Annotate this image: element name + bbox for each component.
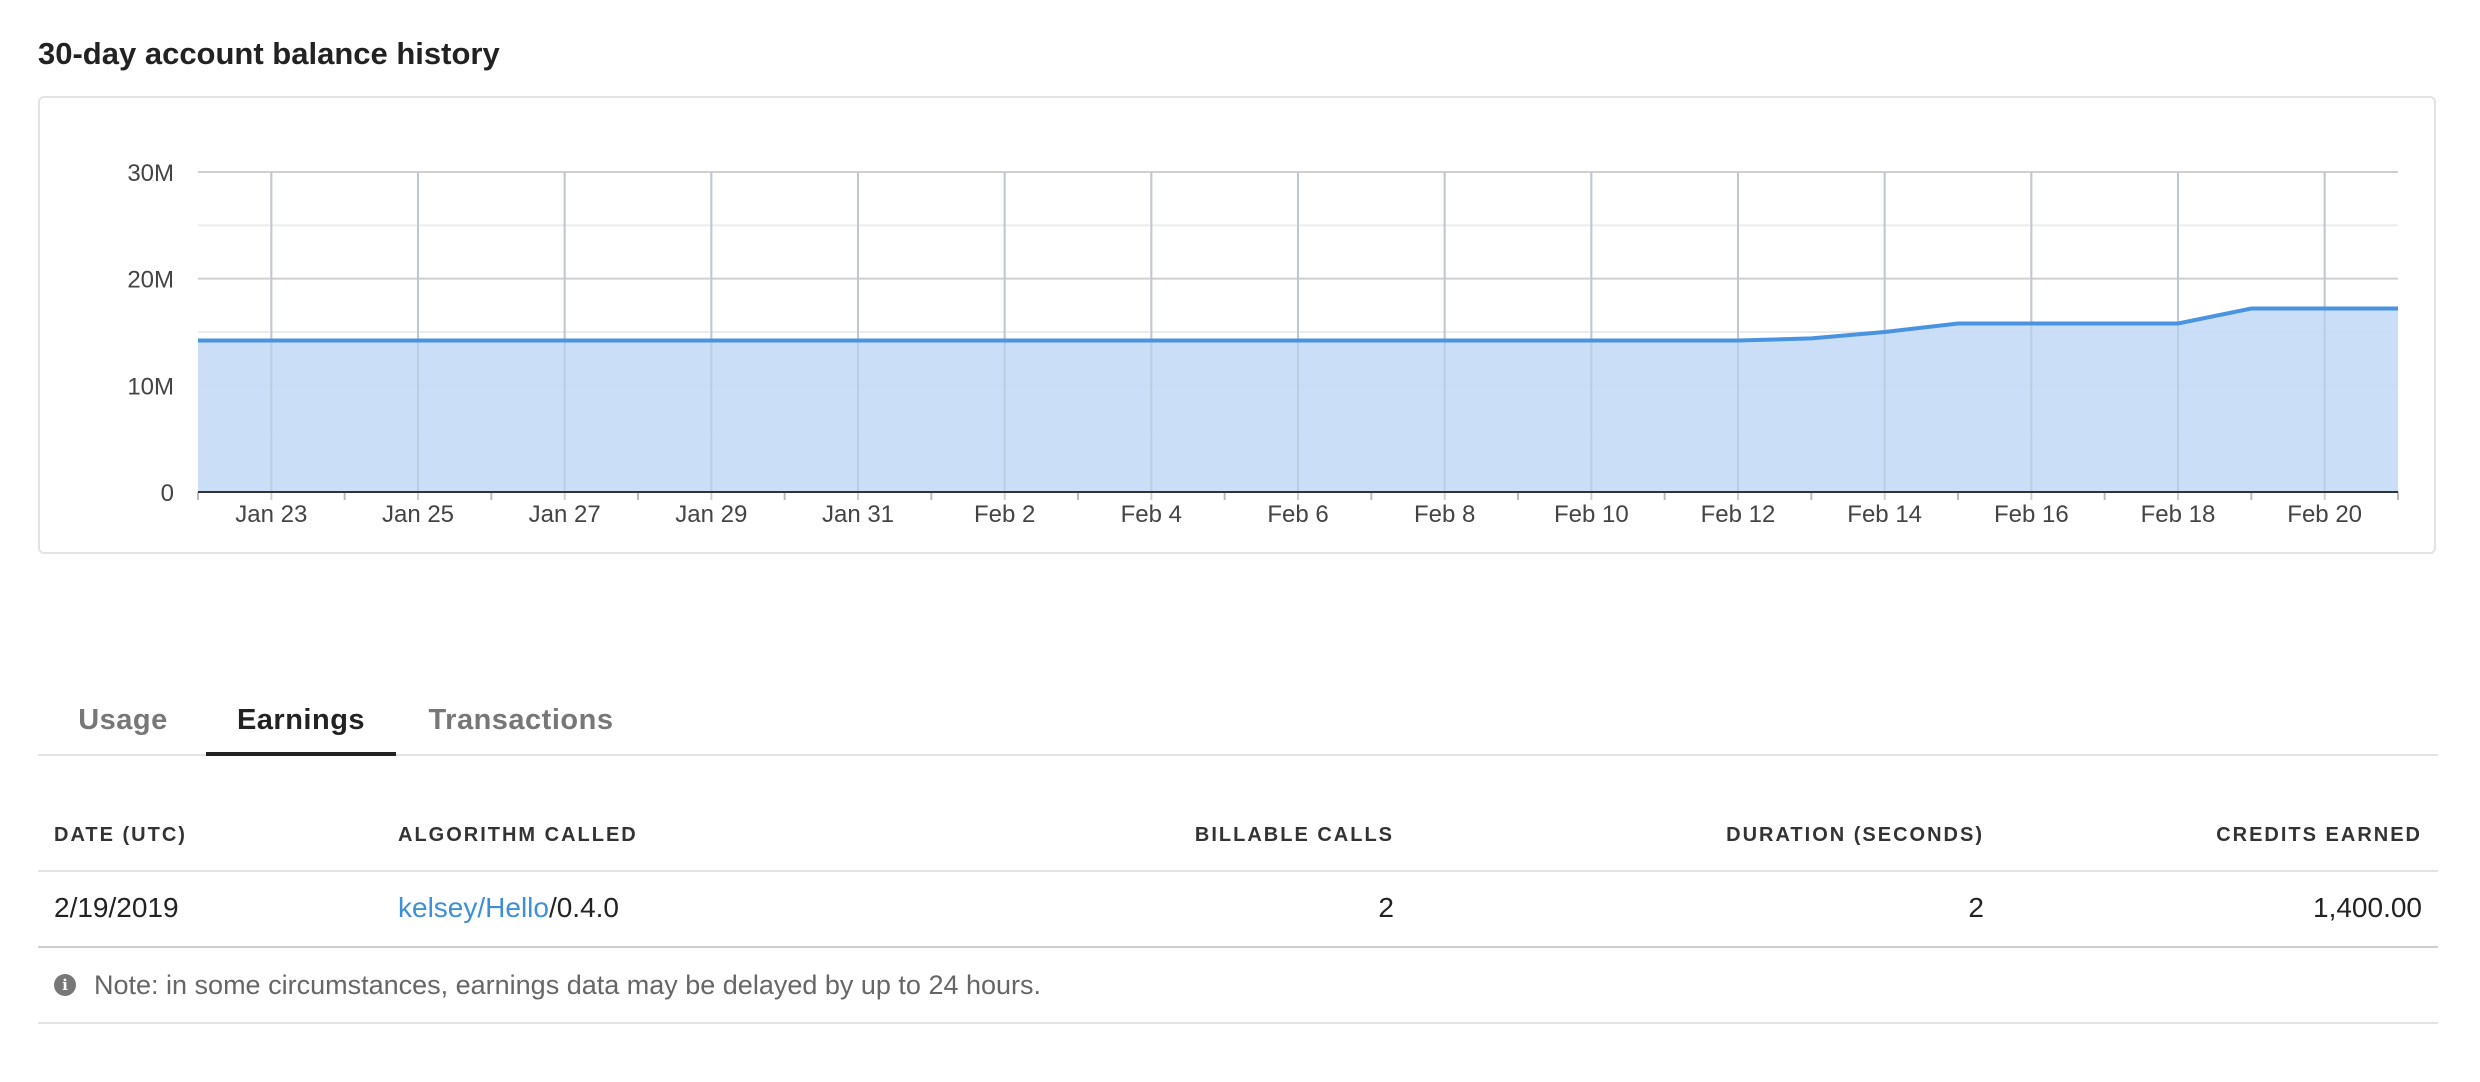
x-tick-label: Feb 4 — [1121, 501, 1182, 528]
y-tick-label: 10M — [127, 373, 174, 400]
balance-chart-card: 0 10M 20M 30M Jan 23 Jan 25 Jan 27 Jan 29 Jan 31… — [38, 96, 2436, 554]
x-tick-label: Feb 14 — [1847, 501, 1922, 528]
cell-duration: 2 — [1968, 892, 1984, 923]
chart-title: 30-day account balance history — [38, 36, 500, 71]
tab-earnings[interactable]: Earnings — [206, 690, 396, 756]
y-tick-label: 30M — [127, 160, 174, 187]
header-algorithm[interactable]: ALGORITHM CALLED — [398, 824, 638, 847]
x-tick-label: Jan 23 — [235, 501, 307, 528]
header-duration[interactable]: DURATION (SECONDS) — [1726, 824, 1984, 847]
y-tick-label: 20M — [127, 267, 174, 294]
x-tick-label: Feb 10 — [1554, 501, 1629, 528]
info-icon: i — [54, 974, 76, 996]
x-tick-label: Feb 6 — [1267, 501, 1328, 528]
x-tick-label: Jan 31 — [822, 501, 894, 528]
x-tick-label: Feb 18 — [2141, 501, 2216, 528]
header-date[interactable]: DATE (UTC) — [54, 824, 187, 847]
tab-transactions[interactable]: Transactions — [406, 690, 636, 756]
table-header: DATE (UTC) ALGORITHM CALLED BILLABLE CAL… — [38, 800, 2438, 872]
note-text: Note: in some circumstances, earnings da… — [94, 969, 1042, 1000]
x-tick-label: Feb 12 — [1701, 501, 1776, 528]
cell-credits: 1,400.00 — [2313, 892, 2422, 923]
algorithm-link[interactable]: kelsey/Hello — [398, 892, 549, 923]
tab-usage[interactable]: Usage — [38, 690, 208, 756]
x-tick-label: Feb 8 — [1414, 501, 1475, 528]
x-tick-label: Feb 2 — [974, 501, 1035, 528]
cell-billable-calls: 2 — [1378, 892, 1394, 923]
header-billable-calls[interactable]: BILLABLE CALLS — [1195, 824, 1394, 847]
cell-date: 2/19/2019 — [54, 892, 179, 923]
earnings-table: DATE (UTC) ALGORITHM CALLED BILLABLE CAL… — [38, 800, 2438, 1024]
x-tick-label: Feb 20 — [2287, 501, 2362, 528]
header-credits[interactable]: CREDITS EARNED — [2216, 824, 2422, 847]
cell-algorithm: kelsey/Hello/0.4.0 — [398, 892, 619, 924]
x-tick-label: Jan 27 — [529, 501, 601, 528]
algorithm-version: /0.4.0 — [548, 892, 620, 923]
tab-bar: Usage Earnings Transactions — [38, 690, 2438, 756]
x-tick-label: Jan 25 — [382, 501, 454, 528]
earnings-note: i Note: in some circumstances, earnings … — [38, 948, 2438, 1024]
x-tick-label: Jan 29 — [675, 501, 747, 528]
balance-history-chart: 0 10M 20M 30M Jan 23 Jan 25 Jan 27 Jan 29 Jan 31… — [127, 160, 2399, 528]
y-tick-label: 0 — [161, 480, 174, 507]
x-tick-label: Feb 16 — [1994, 501, 2069, 528]
table-row: 2/19/2019 kelsey/Hello/0.4.0 2 2 1,400.0… — [38, 872, 2438, 948]
